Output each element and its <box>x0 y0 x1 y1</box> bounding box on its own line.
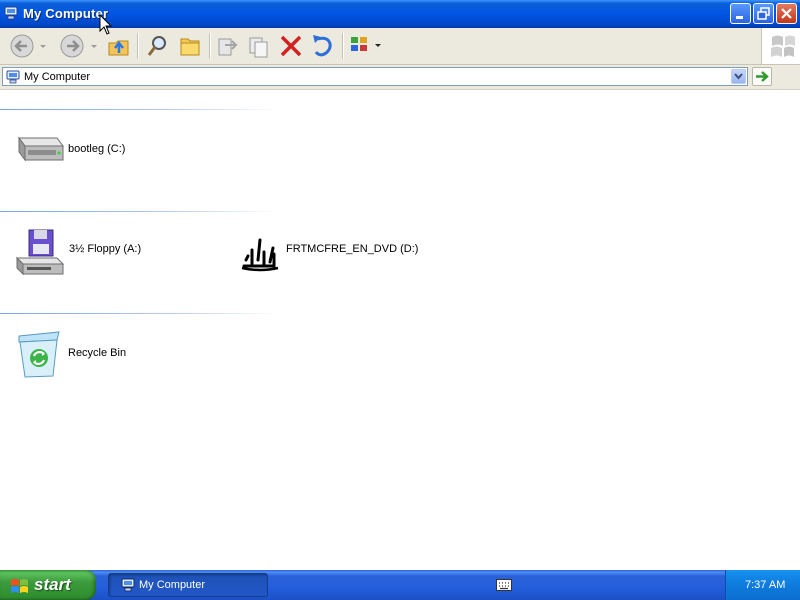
minimize-button[interactable] <box>730 3 751 24</box>
restore-icon <box>757 7 770 20</box>
delete-icon <box>280 35 302 57</box>
drive-item-a[interactable]: 3½ Floppy (A:) <box>15 228 165 276</box>
recycle-bin-label: Recycle Bin <box>68 347 127 359</box>
minimize-icon <box>736 16 743 19</box>
back-button[interactable] <box>8 31 48 61</box>
group-divider <box>0 109 280 110</box>
drive-label-d: FRTMCFRE_EN_DVD (D:) <box>286 243 419 255</box>
drive-item-d[interactable]: FRTMCFRE_EN_DVD (D:) <box>240 230 420 278</box>
views-icon <box>351 37 381 51</box>
clock[interactable]: 7:37 AM <box>745 579 785 591</box>
group-divider <box>0 211 280 212</box>
folders-button[interactable] <box>178 31 202 61</box>
views-button[interactable] <box>348 31 384 61</box>
start-button[interactable]: start <box>0 570 96 600</box>
address-bar: My Computer <box>0 65 800 90</box>
copy-to-button[interactable] <box>246 31 272 61</box>
my-computer-icon <box>121 578 135 595</box>
group-divider <box>0 313 280 314</box>
close-icon <box>781 8 792 19</box>
address-value: My Computer <box>24 71 91 83</box>
delete-button[interactable] <box>278 31 304 61</box>
undo-icon <box>313 35 332 57</box>
search-button[interactable] <box>145 31 169 61</box>
window-title: My Computer <box>23 6 109 21</box>
forward-icon <box>60 34 97 58</box>
restore-button[interactable] <box>753 3 774 24</box>
windows-flag-icon <box>771 35 795 57</box>
move-to-icon <box>218 38 238 56</box>
windows-logo <box>761 28 800 64</box>
hard-drive-icon <box>15 132 65 169</box>
taskbar-item-label: My Computer <box>139 579 206 591</box>
go-button[interactable] <box>752 67 772 86</box>
toolbar <box>0 28 800 65</box>
go-arrow-icon <box>756 71 769 82</box>
chevron-down-icon <box>734 73 743 80</box>
windows-flag-icon <box>10 577 30 598</box>
keyboard-icon[interactable] <box>496 579 512 594</box>
back-icon <box>10 34 46 58</box>
address-input[interactable]: My Computer <box>2 67 748 86</box>
title-bar[interactable]: My Computer <box>0 0 800 28</box>
my-computer-icon <box>4 6 18 20</box>
drive-label-c: bootleg (C:) <box>68 143 126 155</box>
system-tray: 7:37 AM <box>725 570 800 600</box>
floppy-drive-icon <box>15 228 65 281</box>
taskbar-item-my-computer[interactable]: My Computer <box>108 573 268 597</box>
mouse-cursor-icon <box>99 13 113 39</box>
undo-button[interactable] <box>310 31 336 61</box>
folder-content: bootleg (C:) 3½ Floppy (A:) FRTMCFRE_EN_… <box>0 90 800 570</box>
copy-to-icon <box>249 37 268 58</box>
start-label: start <box>34 575 71 594</box>
dvd-drive-icon <box>240 230 280 275</box>
drive-label-a: 3½ Floppy (A:) <box>69 243 142 255</box>
folders-icon <box>180 38 200 56</box>
search-icon <box>147 36 166 56</box>
address-dropdown-button[interactable] <box>731 69 746 84</box>
move-to-button[interactable] <box>215 31 241 61</box>
close-button[interactable] <box>776 3 797 24</box>
my-computer-icon <box>6 70 20 87</box>
recycle-bin-item[interactable]: Recycle Bin <box>15 330 145 378</box>
forward-button[interactable] <box>59 31 103 61</box>
taskbar: start My Computer 7:37 AM <box>0 570 800 600</box>
recycle-bin-icon <box>15 330 65 383</box>
drive-item-c[interactable]: bootleg (C:) <box>15 132 155 180</box>
